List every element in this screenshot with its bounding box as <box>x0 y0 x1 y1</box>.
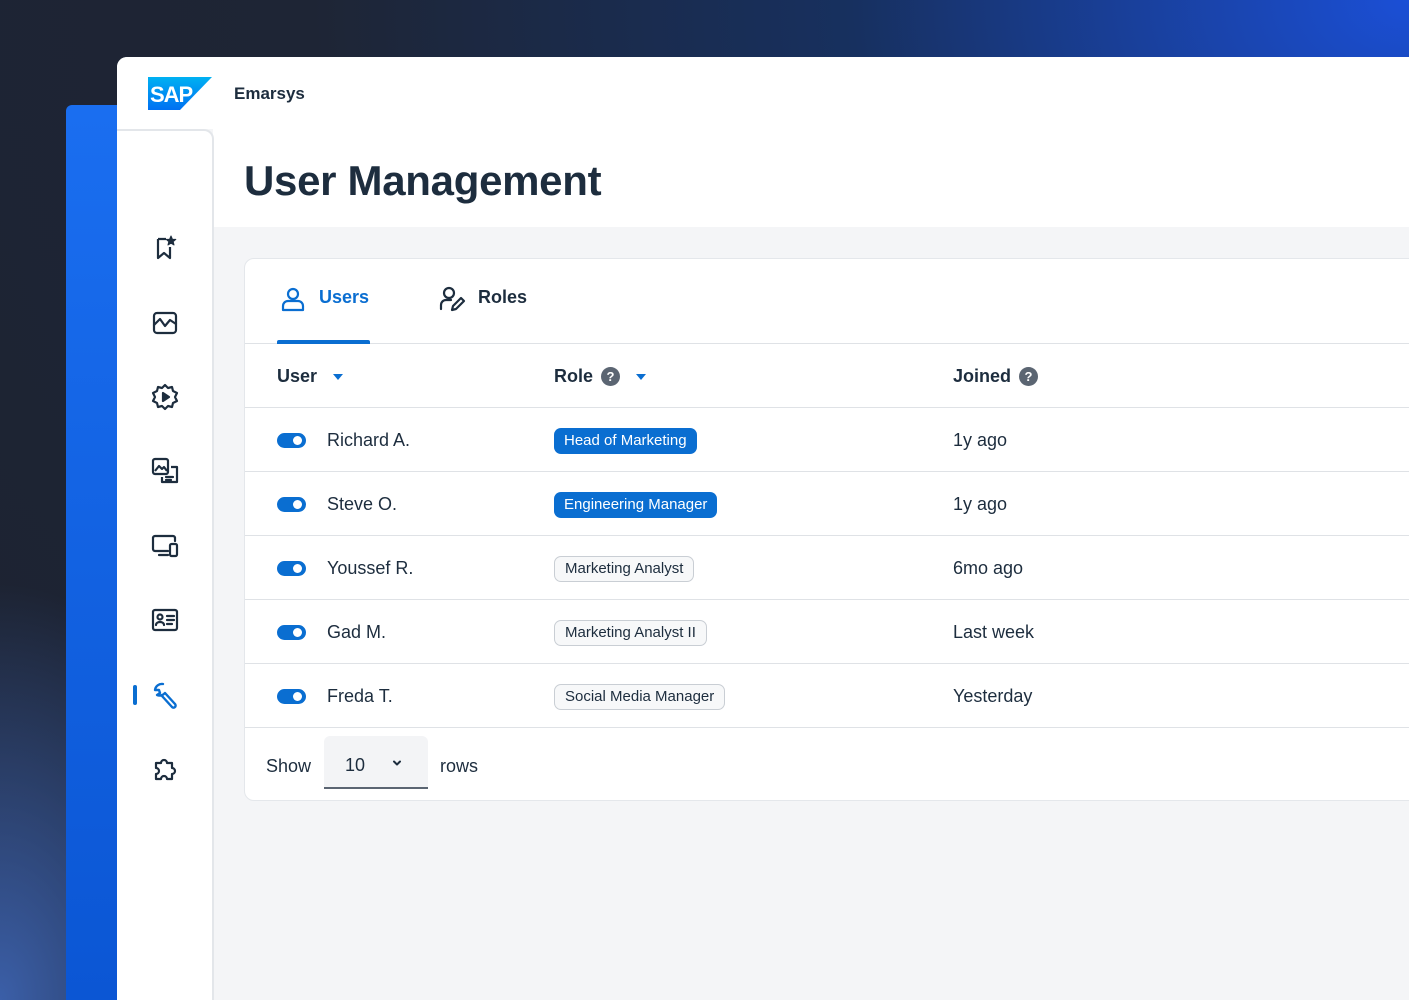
tab-users[interactable]: Users <box>279 287 369 343</box>
user-enabled-toggle[interactable] <box>277 561 306 576</box>
sidebar-item-automation[interactable] <box>145 377 185 417</box>
column-header-role-label: Role <box>554 366 594 386</box>
column-header-role[interactable]: Role ? <box>554 366 647 387</box>
help-icon[interactable]: ? <box>601 367 621 386</box>
column-header-joined-label: Joined <box>953 366 1012 386</box>
analytics-chart-icon <box>152 311 178 335</box>
top-bar: SAP Emarsys <box>117 57 1409 129</box>
role-badge: Marketing Analyst II <box>554 620 707 646</box>
sap-logo[interactable]: SAP <box>148 77 212 110</box>
devices-icon <box>151 534 179 558</box>
page-header: User Management <box>213 129 1409 227</box>
sidebar-item-management[interactable] <box>145 675 185 715</box>
content-media-icon <box>151 457 179 484</box>
sort-caret-icon[interactable] <box>333 373 344 380</box>
joined-date: Last week <box>953 622 1035 642</box>
page-title: User Management <box>244 157 602 204</box>
user-name: Steve O. <box>327 494 398 514</box>
role-badge: Head of Marketing <box>554 428 697 454</box>
role-badge: Engineering Manager <box>554 492 718 518</box>
tab-roles[interactable]: Roles <box>438 286 528 343</box>
pagination-footer: Show 10 rows <box>245 736 1409 802</box>
help-icon[interactable]: ? <box>1019 367 1039 386</box>
role-badge: Marketing Analyst <box>554 556 695 582</box>
user-name: Freda T. <box>327 686 393 706</box>
sidebar-item-analytics[interactable] <box>145 303 185 343</box>
table-row[interactable]: Youssef R. Marketing Analyst 6mo ago <box>245 536 1409 600</box>
joined-date: Yesterday <box>953 686 1033 706</box>
user-name: Richard A. <box>327 430 411 450</box>
user-name: Youssef R. <box>327 558 414 578</box>
user-enabled-toggle[interactable] <box>277 497 306 512</box>
table-header: User Role ? Joined ? <box>245 344 1409 408</box>
sidebar-item-favorites[interactable] <box>145 228 185 268</box>
user-enabled-toggle[interactable] <box>277 689 306 704</box>
joined-date: 1y ago <box>953 494 1008 514</box>
automation-gear-icon <box>151 383 179 411</box>
role-badge: Social Media Manager <box>554 684 726 710</box>
rows-per-page-select[interactable]: 10 <box>324 736 428 789</box>
table-row[interactable]: Steve O. Engineering Manager 1y ago <box>245 472 1409 536</box>
puzzle-piece-icon <box>154 758 177 781</box>
joined-date: 6mo ago <box>953 558 1024 578</box>
sidebar-item-integrations[interactable] <box>145 749 185 789</box>
bookmark-star-icon <box>156 235 177 260</box>
tab-roles-label: Roles <box>478 287 528 307</box>
sidebar-item-devices[interactable] <box>145 526 185 566</box>
tab-users-label: Users <box>319 287 370 307</box>
sidebar-active-marker <box>133 685 137 705</box>
wrench-icon <box>153 682 177 709</box>
user-enabled-toggle[interactable] <box>277 625 306 640</box>
rows-per-page-value: 10 <box>345 755 366 775</box>
sidebar <box>117 129 214 1000</box>
tab-bar: Users Roles <box>245 259 1409 344</box>
table-row[interactable]: Gad M. Marketing Analyst II Last week <box>245 600 1409 664</box>
chevron-down-icon <box>393 760 401 766</box>
user-edit-icon <box>439 286 466 312</box>
users-icon <box>281 287 305 312</box>
app-window: SAP Emarsys User Management Users Roles … <box>117 57 1409 1000</box>
rows-label: rows <box>440 756 479 776</box>
table-row[interactable]: Freda T. Social Media Manager Yesterday <box>245 664 1409 728</box>
joined-date: 1y ago <box>953 430 1008 450</box>
column-header-joined[interactable]: Joined ? <box>953 366 1039 387</box>
table-row[interactable]: Richard A. Head of Marketing 1y ago <box>245 408 1409 472</box>
user-name: Gad M. <box>327 622 387 642</box>
sidebar-item-contacts[interactable] <box>145 600 185 640</box>
column-header-user[interactable]: User <box>277 366 344 387</box>
sort-caret-icon[interactable] <box>636 373 647 380</box>
show-label: Show <box>266 756 312 776</box>
app-name: Emarsys <box>234 84 305 103</box>
contact-card-icon <box>151 608 179 632</box>
user-enabled-toggle[interactable] <box>277 433 306 448</box>
column-header-user-label: User <box>277 366 318 386</box>
users-card: Users Roles User Role ? Joined ? Richard… <box>244 258 1409 801</box>
sidebar-item-content[interactable] <box>145 451 185 491</box>
svg-text:SAP: SAP <box>150 82 193 107</box>
